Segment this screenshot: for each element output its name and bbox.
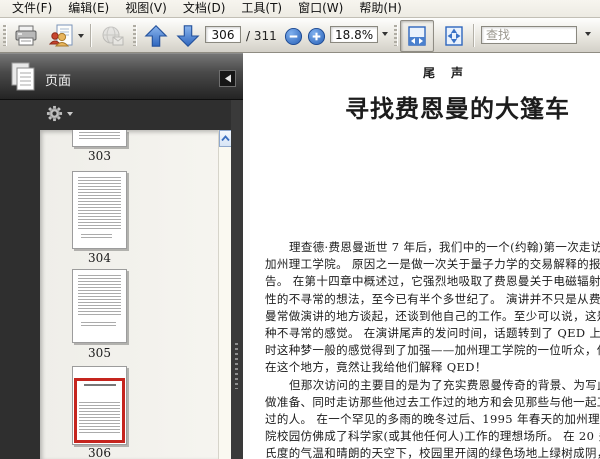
pages-panel-icon[interactable] — [9, 61, 37, 97]
email-button[interactable] — [96, 20, 130, 52]
menu-help[interactable]: 帮助(H) — [351, 0, 409, 17]
toolbar-separator — [90, 24, 92, 47]
thumbnail-content — [81, 322, 116, 326]
search-dropdown-caret[interactable] — [585, 32, 591, 36]
fit-page-button[interactable] — [437, 20, 471, 52]
text-line: 但那次访问的主要目的是为了充实费恩曼传奇的背景、为写此书 — [265, 377, 598, 394]
navigation-sidebar: 页面 — [0, 53, 243, 459]
menu-window[interactable]: 窗口(W) — [290, 0, 351, 17]
thumbnail-label-305: 305 — [72, 346, 127, 360]
text-line: 在这个地方，竟然让我给他们解释 QED！ — [265, 359, 598, 376]
body-text: 理查德·费恩曼逝世 7 年后，我们中的一个(约翰)第一次走访了 加州理工学院。 … — [265, 239, 598, 459]
text-line: 种不寻常的感觉。 在演讲尾声的发问时间，话题转到了 QED 上，那 — [265, 325, 598, 342]
text-line: 院校园仿佛成了科学家(或其他任何人)工作的理想场所。 在 20 多摄 — [265, 428, 598, 445]
panel-options-row — [40, 100, 231, 130]
page-title: 寻找费恩曼的大篷车 — [345, 89, 570, 124]
zoom-dropdown-caret[interactable] — [382, 32, 388, 36]
fit-page-icon — [443, 25, 465, 47]
thumbnail-label-303: 303 — [72, 149, 127, 163]
search-input[interactable] — [481, 26, 577, 44]
page-total-label: / 311 — [246, 29, 277, 43]
thumbnail-content — [78, 275, 121, 315]
page-number-input[interactable] — [205, 26, 241, 43]
thumbnail-page-303[interactable] — [72, 130, 127, 147]
thumbnail-page-305[interactable] — [72, 269, 127, 343]
fit-width-button[interactable] — [400, 20, 434, 52]
share-button[interactable] — [45, 20, 87, 52]
pages-panel-header: 页面 — [0, 53, 243, 100]
zoom-in-plus-icon — [307, 27, 326, 46]
thumbnail-label-304: 304 — [72, 251, 127, 265]
zoom-out-minus-icon — [284, 27, 303, 46]
text-line: 氏度的气温和晴朗的天空下，校园里开阔的绿色场地上绿树成阴，装 — [265, 445, 598, 459]
thumbnails-panel: 303 304 305 306 — [40, 130, 231, 459]
current-view-rectangle — [74, 378, 125, 443]
gear-icon — [46, 105, 63, 122]
menu-view[interactable]: 视图(V) — [117, 0, 175, 17]
text-line: 加州理工学院。 原因之一是做一次关于量子力学的交易解释的报 — [265, 256, 598, 273]
thumbnails-scrollbar[interactable] — [218, 130, 231, 459]
menu-bar: 文件(F) 编辑(E) 视图(V) 文档(D) 工具(T) 窗口(W) 帮助(H… — [0, 0, 600, 18]
previous-page-arrow — [143, 23, 169, 49]
printer-icon — [14, 25, 38, 47]
document-page: 尾 声 寻找费恩曼的大篷车 理查德·费恩曼逝世 7 年后，我们中的一个(约翰)第… — [243, 53, 600, 459]
email-globe-icon — [101, 25, 125, 47]
text-line: 时这种梦一般的感觉得到了加强——加州理工学院的一位听众，偏偏 — [265, 342, 598, 359]
toolbar-grip[interactable] — [394, 25, 398, 46]
share-document-icon — [49, 24, 75, 48]
thumbnail-content — [81, 234, 112, 238]
thumbnail-page-306[interactable] — [72, 366, 127, 445]
chapter-heading: 尾 声 — [423, 64, 465, 81]
zoom-level-value: 18.8% — [335, 28, 373, 42]
share-dropdown-caret — [78, 34, 84, 38]
fit-width-icon — [406, 25, 428, 47]
pages-panel-title: 页面 — [45, 70, 71, 89]
panel-options-button[interactable] — [46, 105, 73, 122]
text-line: 做准备、同时走访那些他过去工作过的地方和会见那些与他一起工作 — [265, 394, 598, 411]
previous-page-button[interactable] — [139, 20, 173, 52]
collapse-left-icon — [224, 74, 232, 83]
thumbnail-content — [78, 177, 121, 229]
text-line: 理查德·费恩曼逝世 7 年后，我们中的一个(约翰)第一次走访了 — [265, 239, 598, 256]
print-button[interactable] — [9, 20, 43, 52]
text-line: 过的人。 在一个罕见的多雨的晚冬过后、1995 年春天的加州理工学 — [265, 411, 598, 428]
splitter-grip — [235, 343, 238, 389]
menu-edit[interactable]: 编辑(E) — [60, 0, 117, 17]
collapse-panel-button[interactable] — [219, 70, 236, 87]
menu-document[interactable]: 文档(D) — [175, 0, 234, 17]
chevron-up-icon — [221, 135, 230, 142]
options-dropdown-caret — [67, 112, 73, 116]
toolbar-separator — [473, 24, 475, 47]
text-line: 曼常做演讲的地方谈起，还谈到他自己的工作。至少可以说，这是一 — [265, 308, 598, 325]
thumbnail-label-306: 306 — [72, 446, 127, 459]
zoom-level-box[interactable]: 18.8% — [330, 26, 378, 43]
pages-icon — [9, 61, 37, 93]
main-toolbar: / 311 18.8% — [0, 18, 600, 53]
menu-file[interactable]: 文件(F) — [4, 0, 60, 17]
zoom-in-button[interactable] — [303, 24, 329, 48]
thumbnail-page-304[interactable] — [72, 171, 127, 249]
next-page-button[interactable] — [171, 20, 205, 52]
toolbar-grip[interactable] — [3, 25, 7, 46]
text-line: 告。 在第十四章中概述过，它强烈地吸取了费恩曼关于电磁辐射本 — [265, 273, 598, 290]
menu-tools[interactable]: 工具(T) — [233, 0, 290, 17]
thumbnail-content — [79, 132, 120, 140]
toolbar-grip[interactable] — [133, 25, 137, 46]
panel-splitter[interactable] — [231, 100, 243, 459]
text-line: 性的不寻常的想法，至今已有半个多世纪了。 演讲并不只是从费恩 — [265, 291, 598, 308]
pdf-reader-window: 文件(F) 编辑(E) 视图(V) 文档(D) 工具(T) 窗口(W) 帮助(H… — [0, 0, 600, 459]
next-page-arrow — [175, 23, 201, 49]
